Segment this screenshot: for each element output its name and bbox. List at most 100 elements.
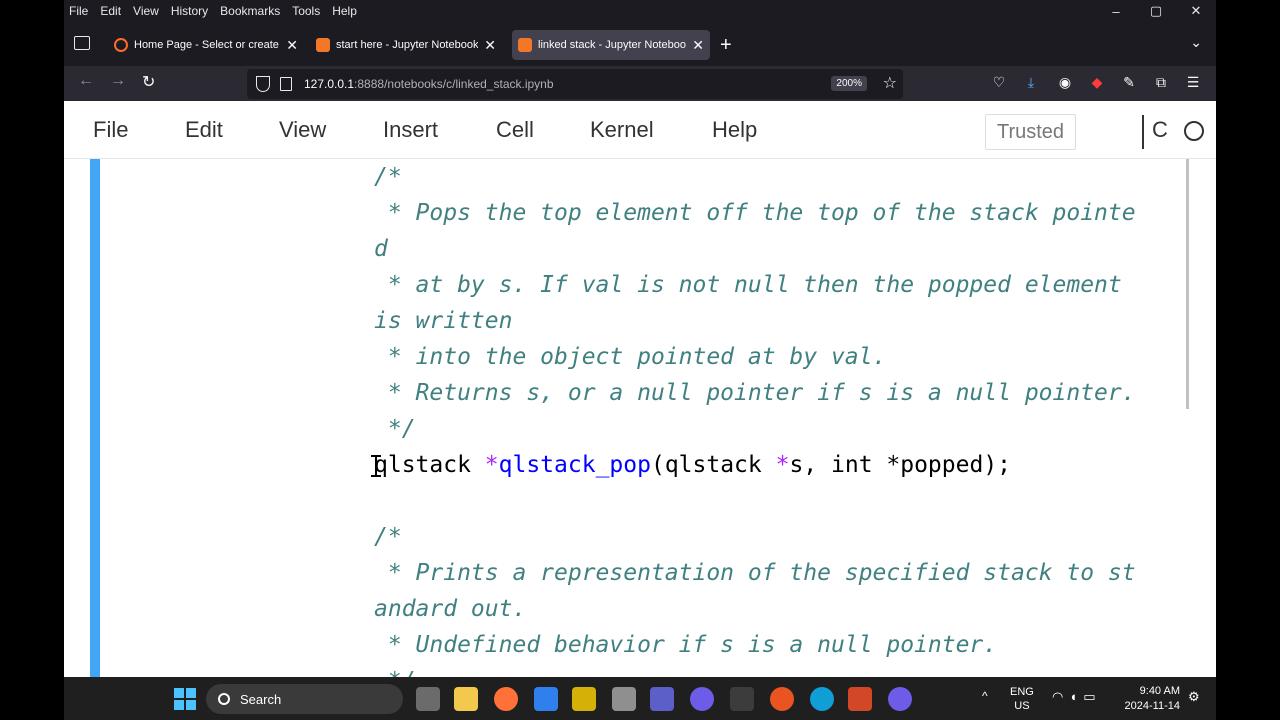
input-language[interactable]: ENG US	[1010, 685, 1034, 713]
maximize-button[interactable]: ▢	[1136, 3, 1176, 19]
code-comment: d	[374, 236, 388, 262]
firefox-icon[interactable]	[494, 687, 518, 711]
code-line: * Pops the top element off the top of th…	[374, 195, 1174, 231]
browser-menu-bookmarks[interactable]: Bookmarks	[220, 4, 280, 18]
code-token: (qlstack	[650, 452, 776, 478]
code-editor[interactable]: /* * Pops the top element off the top of…	[374, 159, 1174, 677]
tab-home-page[interactable]: Home Page - Select or create a ✕	[108, 30, 304, 60]
lock-app-icon[interactable]	[612, 687, 636, 711]
extension-icon[interactable]: ✎	[1120, 73, 1138, 91]
extensions-puzzle-icon[interactable]: ⧉	[1152, 73, 1170, 91]
jupyter-menu-help[interactable]: Help	[712, 117, 757, 143]
firefox-view-icon[interactable]	[74, 36, 90, 50]
jupyter-menu-cell[interactable]: Cell	[496, 117, 534, 143]
close-tab-icon[interactable]: ✕	[484, 37, 496, 54]
vscode-icon[interactable]	[534, 687, 558, 711]
browser-menu-history[interactable]: History	[171, 4, 208, 18]
browser-menu-view[interactable]: View	[133, 4, 159, 18]
ublock-icon[interactable]: ◆	[1088, 73, 1106, 91]
edge-icon[interactable]	[810, 687, 834, 711]
file-explorer-icon[interactable]	[454, 687, 478, 711]
minimize-button[interactable]: –	[1096, 4, 1136, 19]
code-cell[interactable]: /* * Pops the top element off the top of…	[90, 159, 1190, 677]
trusted-badge[interactable]: Trusted	[985, 114, 1076, 150]
windows-start-icon[interactable]	[174, 688, 196, 710]
teams-icon[interactable]	[650, 687, 674, 711]
jupyter-menu-kernel[interactable]: Kernel	[590, 117, 654, 143]
jupyter-icon	[518, 38, 532, 52]
clock-date: 2024-11-14	[1124, 700, 1180, 712]
code-token: *	[484, 452, 499, 478]
new-tab-button[interactable]: +	[720, 34, 732, 57]
taskbar-search[interactable]: Search	[206, 684, 403, 714]
url-text[interactable]: 127.0.0.1:8888/notebooks/c/linked_stack.…	[304, 77, 554, 91]
code-token: qlstack	[374, 452, 485, 478]
list-all-tabs-button[interactable]: ⌄	[1190, 34, 1202, 51]
jupyter-menu-edit[interactable]: Edit	[185, 117, 223, 143]
downloads-icon[interactable]: ⤓	[1022, 73, 1040, 91]
region-code: US	[1014, 700, 1030, 712]
code-token: s, int *popped);	[789, 452, 1012, 478]
browser-menu-help[interactable]: Help	[332, 4, 357, 18]
loading-icon	[114, 38, 128, 52]
network-volume-battery-icons[interactable]: ◠◖▭	[1052, 689, 1101, 705]
clock[interactable]: 9:40 AM 2024-11-14	[1116, 684, 1180, 714]
code-line: /*	[374, 519, 1174, 555]
code-line: qlstack *qlstack_pop(qlstack *s, int *po…	[374, 447, 1174, 483]
terminal-icon[interactable]	[730, 687, 754, 711]
browser-menubar: File Edit View History Bookmarks Tools H…	[64, 0, 1216, 22]
code-comment: /*	[374, 524, 402, 550]
tab-start-here[interactable]: start here - Jupyter Notebook ✕	[310, 30, 502, 60]
back-arrow-icon[interactable]: ←	[78, 72, 94, 90]
navigation-bar: ← → ↻ 127.0.0.1:8888/notebooks/c/linked_…	[64, 66, 1216, 101]
browser-menu-edit[interactable]: Edit	[100, 4, 121, 18]
close-tab-icon[interactable]: ✕	[692, 37, 704, 54]
jupyter-menu-view[interactable]: View	[279, 117, 326, 143]
code-line: * Prints a representation of the specifi…	[374, 555, 1174, 591]
page-info-icon[interactable]	[280, 77, 292, 91]
close-window-button[interactable]: ✕	[1176, 3, 1216, 19]
jupyter-menu-insert[interactable]: Insert	[383, 117, 438, 143]
account-icon[interactable]: ◉	[1056, 73, 1074, 91]
bookmark-star-icon[interactable]: ☆	[883, 73, 897, 93]
browser-menu-file[interactable]: File	[69, 4, 88, 18]
code-line: * Returns s, or a null pointer if s is a…	[374, 375, 1174, 411]
code-comment: /*	[374, 164, 402, 190]
code-line: is written	[374, 303, 1174, 339]
hamburger-menu-icon[interactable]: ☰	[1184, 73, 1202, 91]
reload-icon[interactable]: ↻	[142, 72, 155, 92]
code-line: andard out.	[374, 591, 1174, 627]
taskbar: Search ^ ENG US ◠◖▭ 9:40 AM 2024-11-14 ⚙	[64, 677, 1216, 720]
show-hidden-icons-icon[interactable]: ^	[982, 689, 988, 703]
tab-label: Home Page - Select or create a	[134, 39, 281, 51]
eclipse-icon-2[interactable]	[888, 687, 912, 711]
task-view-icon[interactable]	[416, 687, 440, 711]
zoom-level-badge[interactable]: 200%	[831, 76, 867, 91]
code-comment: * Pops the top element off the top of th…	[374, 200, 1136, 226]
app-icon-yellow[interactable]	[572, 687, 596, 711]
pocket-icon[interactable]: ♡	[990, 73, 1008, 91]
jupyter-menu-file[interactable]: File	[93, 117, 128, 143]
url-host: 127.0.0.1	[304, 77, 355, 91]
close-tab-icon[interactable]: ✕	[286, 37, 298, 54]
code-token: *	[775, 452, 790, 478]
forward-arrow-icon[interactable]: →	[110, 72, 126, 90]
code-comment: * Undefined behavior if s is a null poin…	[374, 632, 998, 658]
notifications-icon[interactable]: ⚙	[1188, 689, 1200, 705]
url-path: :8888/notebooks/c/linked_stack.ipynb	[354, 77, 554, 91]
url-bar[interactable]: 127.0.0.1:8888/notebooks/c/linked_stack.…	[247, 69, 903, 99]
browser-menu-tools[interactable]: Tools	[292, 4, 320, 18]
ubuntu-icon[interactable]	[770, 687, 794, 711]
powerpoint-icon[interactable]	[848, 687, 872, 711]
tab-label: linked stack - Jupyter Noteboo	[538, 39, 686, 51]
page-scrollbar[interactable]	[1186, 159, 1189, 409]
shield-icon[interactable]	[256, 76, 270, 92]
screen: File Edit View History Bookmarks Tools H…	[0, 0, 1280, 720]
tab-linked-stack[interactable]: linked stack - Jupyter Noteboo ✕	[512, 30, 710, 60]
code-line: /*	[374, 159, 1174, 195]
code-line: * at by s. If val is not null then the p…	[374, 267, 1174, 303]
code-line: * Undefined behavior if s is a null poin…	[374, 627, 1174, 663]
eclipse-icon[interactable]	[690, 687, 714, 711]
kernel-name[interactable]: C	[1152, 117, 1168, 143]
